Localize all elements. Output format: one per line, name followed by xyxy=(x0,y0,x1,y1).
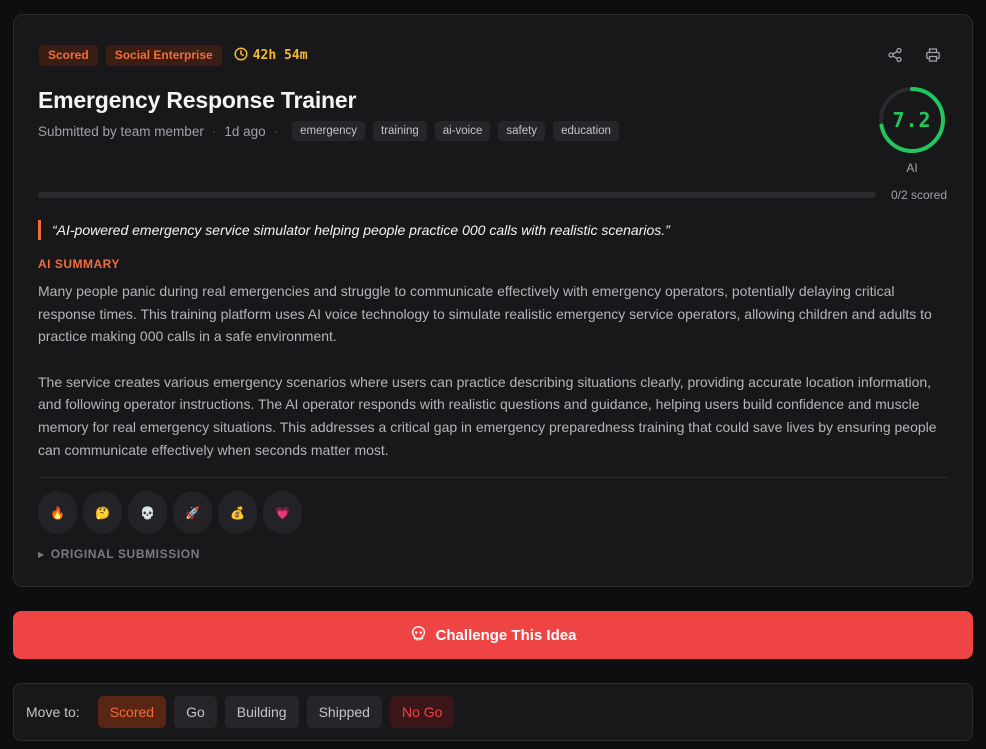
move-to-bar: Move to: Scored Go Building Shipped No G… xyxy=(13,683,973,741)
status-badge: Scored xyxy=(39,45,98,66)
divider xyxy=(38,477,948,478)
move-building-button[interactable]: Building xyxy=(224,696,299,728)
tag[interactable]: emergency xyxy=(292,121,366,141)
timer: 42h 54m xyxy=(234,46,308,65)
move-shipped-button[interactable]: Shipped xyxy=(306,696,382,728)
caret-right-icon: ▶ xyxy=(38,549,45,559)
submitted-by: Submitted by team member xyxy=(38,123,204,139)
meta-separator: · xyxy=(211,123,217,139)
category-badge: Social Enterprise xyxy=(105,45,222,66)
ai-summary-heading: AI SUMMARY xyxy=(38,257,120,271)
scoring-progress-bar xyxy=(38,192,876,198)
tag[interactable]: ai-voice xyxy=(434,121,491,141)
submitted-age: 1d ago xyxy=(224,123,266,139)
pitch-quote: “AI-powered emergency service simulator … xyxy=(38,220,670,240)
idea-title: Emergency Response Trainer xyxy=(38,87,357,113)
tag[interactable]: training xyxy=(373,121,427,141)
summary-paragraph: Many people panic during real emergencie… xyxy=(38,283,932,345)
move-to-label: Move to: xyxy=(26,704,80,720)
reaction-skull[interactable]: 💀 xyxy=(128,491,167,534)
challenge-button[interactable]: Challenge This Idea xyxy=(13,611,973,659)
reaction-fire[interactable]: 🔥 xyxy=(38,491,77,534)
print-icon[interactable] xyxy=(924,46,942,64)
scoring-progress-text: 0/2 scored xyxy=(890,188,947,202)
timer-text: 42h 54m xyxy=(252,48,308,63)
tag[interactable]: safety xyxy=(498,121,546,141)
reaction-thinking[interactable]: 🤔 xyxy=(83,491,122,534)
original-submission-toggle[interactable]: ▶ ORIGINAL SUBMISSION xyxy=(38,547,200,561)
reaction-money[interactable]: 💰 xyxy=(218,491,257,534)
reaction-rocket[interactable]: 🚀 xyxy=(173,491,212,534)
badge-row: Scored Social Enterprise 42h 54m xyxy=(39,45,308,66)
score-label: AI xyxy=(906,161,918,175)
share-icon[interactable] xyxy=(886,46,904,64)
meta-separator: · xyxy=(273,123,279,139)
summary-paragraph: The service creates various emergency sc… xyxy=(38,373,937,458)
reaction-bar: 🔥 🤔 💀 🚀 💰 💗 xyxy=(38,491,302,534)
clock-icon xyxy=(234,46,248,65)
idea-card: Scored Social Enterprise 42h 54m Emergen… xyxy=(13,14,973,587)
score-ring: 7.2 xyxy=(877,85,947,155)
move-go-button[interactable]: Go xyxy=(174,696,217,728)
challenge-button-label: Challenge This Idea xyxy=(435,626,577,644)
score-value: 7.2 xyxy=(892,108,932,132)
tag[interactable]: education xyxy=(553,121,619,141)
card-actions xyxy=(886,46,942,64)
reaction-heart[interactable]: 💗 xyxy=(263,491,302,534)
ai-summary: Many people panic during real emergencie… xyxy=(38,280,950,461)
tag-list: emergency training ai-voice safety educa… xyxy=(292,121,619,141)
skull-icon xyxy=(410,625,427,646)
meta-row: Submitted by team member · 1d ago · emer… xyxy=(38,121,619,141)
move-no-go-button[interactable]: No Go xyxy=(389,696,455,728)
original-submission-label: ORIGINAL SUBMISSION xyxy=(50,547,200,561)
move-scored-button[interactable]: Scored xyxy=(97,696,167,728)
